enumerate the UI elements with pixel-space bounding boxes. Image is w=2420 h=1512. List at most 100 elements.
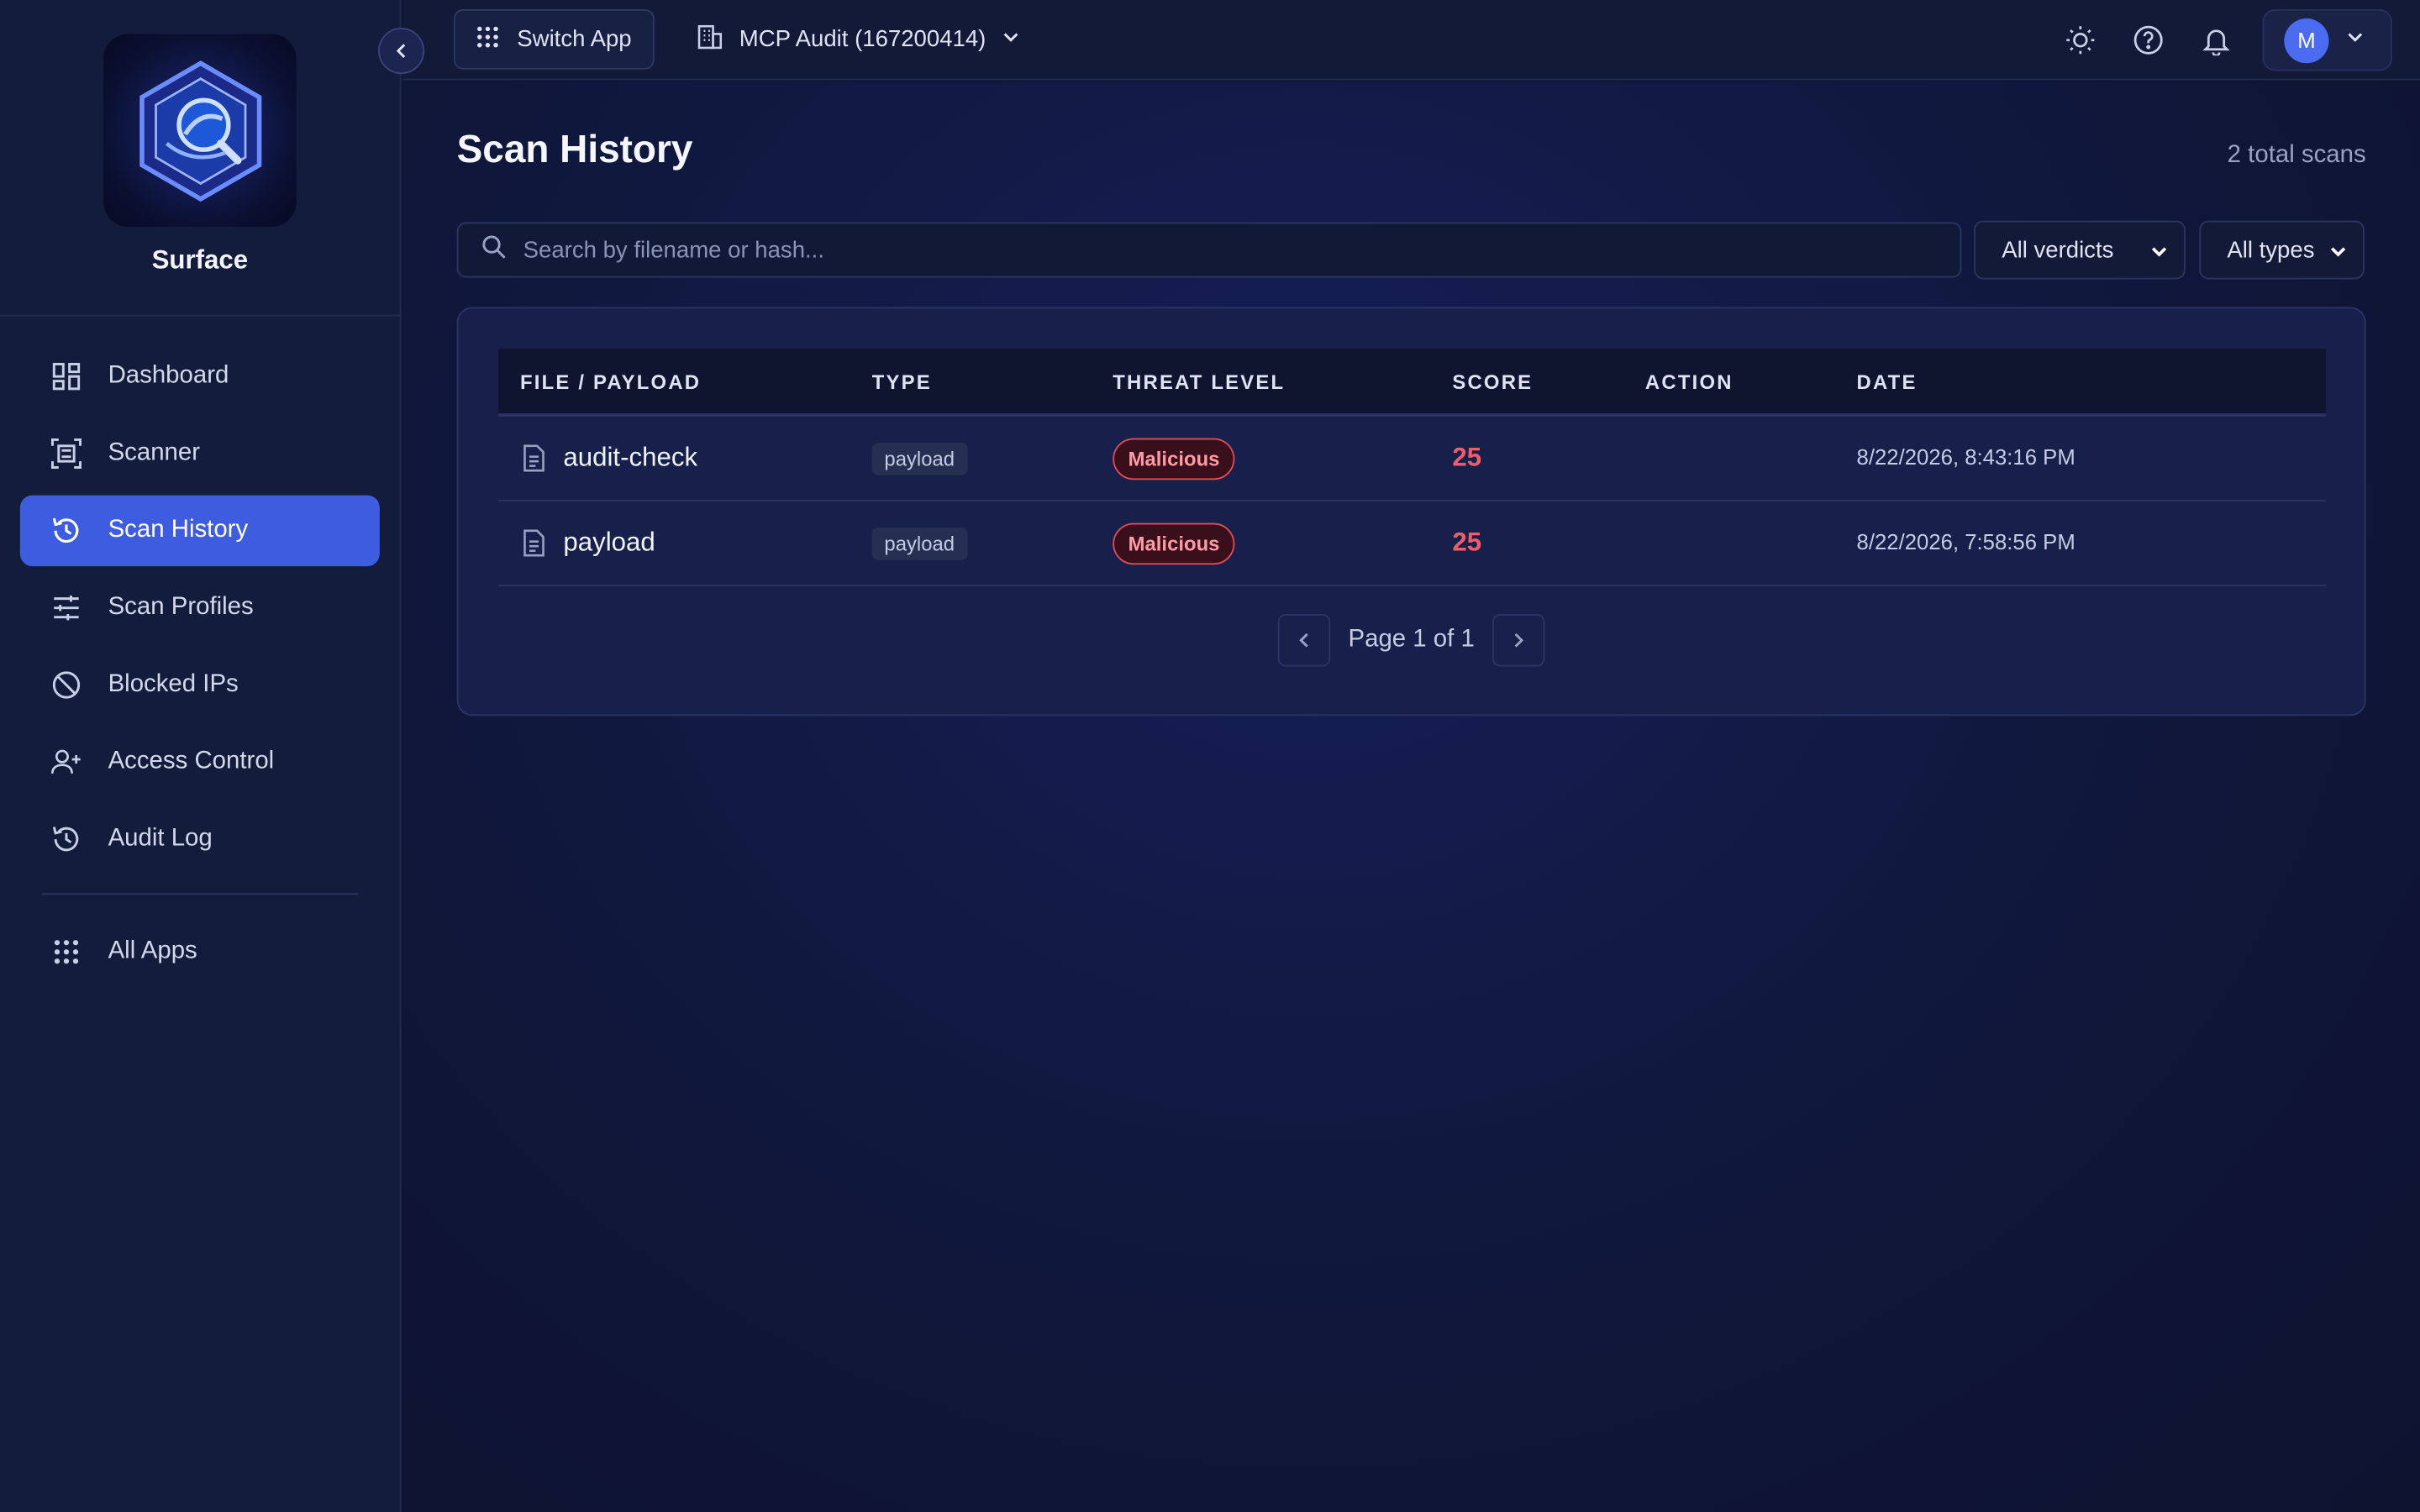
sidebar-item-label: Blocked IPs <box>108 670 239 698</box>
chevron-down-icon <box>2150 241 2169 267</box>
chevron-down-icon <box>1002 26 1020 52</box>
date-value: 8/22/2026, 7:58:56 PM <box>1856 528 2075 554</box>
verdict-filter-select[interactable]: All verdicts <box>1974 220 2186 280</box>
column-header-date[interactable]: DATE <box>1857 370 2326 393</box>
logo <box>103 34 297 227</box>
column-header-action[interactable]: ACTION <box>1645 370 1857 393</box>
history-icon <box>51 824 82 855</box>
type-badge: payload <box>871 527 967 559</box>
column-header-type[interactable]: TYPE <box>872 370 1113 393</box>
brand-name: Surface <box>151 245 249 275</box>
sidebar-item-label: Scanner <box>108 439 201 466</box>
scanner-icon <box>50 438 82 470</box>
verdict-filter-value: All verdicts <box>2002 236 2114 264</box>
user-menu-button[interactable]: M <box>2262 9 2392 71</box>
file-name[interactable]: payload <box>563 528 655 559</box>
sidebar-item-audit-log[interactable]: Audit Log <box>20 804 380 874</box>
pagination: Page 1 of 1 <box>458 614 2364 667</box>
dashboard-icon <box>51 361 82 392</box>
page-indicator: Page 1 of 1 <box>1348 626 1475 653</box>
type-badge: payload <box>871 442 967 475</box>
shield-logo-icon <box>139 60 261 202</box>
sidebar-item-scan-history[interactable]: Scan History <box>19 495 380 567</box>
block-icon <box>51 669 82 701</box>
bell-icon[interactable] <box>2199 24 2233 57</box>
score-cell: 25 <box>1452 528 1645 559</box>
scan-history-table: FILE / PAYLOAD TYPE THREAT LEVEL SCORE A… <box>498 349 2326 586</box>
organization-label: MCP Audit (167200414) <box>739 26 986 53</box>
table-header: FILE / PAYLOAD TYPE THREAT LEVEL SCORE A… <box>498 349 2326 417</box>
sidebar-item-label: Access Control <box>108 748 275 775</box>
main-content: Scan History 2 total scans All verdicts … <box>402 81 2420 1512</box>
users-icon <box>50 747 82 778</box>
chevron-left-icon <box>396 44 406 58</box>
sidebar-item-label: Scan Profiles <box>108 594 254 621</box>
score-cell: 25 <box>1452 443 1645 474</box>
app-root: Surface Dashboard Scanner Scan History S… <box>0 0 2420 1512</box>
column-header-score[interactable]: SCORE <box>1452 370 1645 393</box>
date-value: 8/22/2026, 8:43:16 PM <box>1856 444 2075 470</box>
chevron-left-icon <box>1298 633 1307 648</box>
type-cell: payload <box>871 442 1113 475</box>
brand: Surface <box>0 0 400 317</box>
sidebar-divider <box>41 893 359 895</box>
threat-badge: Malicious <box>1113 437 1235 480</box>
sidebar-nav: Dashboard Scanner Scan History Scan Prof… <box>0 317 400 988</box>
previous-page-button[interactable] <box>1277 614 1330 667</box>
sidebar-item-label: Dashboard <box>108 362 229 389</box>
type-filter-select[interactable]: All types <box>2199 220 2365 280</box>
page-title: Scan History <box>456 128 693 171</box>
chevron-right-icon <box>1515 633 1524 648</box>
sidebar-item-label: Scan History <box>108 517 249 543</box>
date-cell: 8/22/2026, 7:58:56 PM <box>1857 529 2326 557</box>
column-header-threat-level[interactable]: THREAT LEVEL <box>1113 370 1452 393</box>
search-input[interactable] <box>523 236 1912 264</box>
chevron-down-icon <box>2346 26 2365 54</box>
switch-app-label: Switch App <box>517 26 632 53</box>
sidebar-item-label: All Apps <box>108 937 197 964</box>
sidebar-item-blocked-ips[interactable]: Blocked IPs <box>20 649 380 720</box>
table-row[interactable]: audit-check payload Malicious 25 8/22/20… <box>498 417 2326 501</box>
switch-app-button[interactable]: Switch App <box>453 9 655 70</box>
topbar-actions: M <box>2046 9 2392 71</box>
help-icon[interactable] <box>2131 24 2165 57</box>
topbar: Switch App MCP Audit (167200414) M <box>402 0 2420 81</box>
scan-history-card: FILE / PAYLOAD TYPE THREAT LEVEL SCORE A… <box>456 307 2366 717</box>
threat-badge: Malicious <box>1113 522 1235 564</box>
sidebar-item-scan-profiles[interactable]: Scan Profiles <box>20 572 380 643</box>
sidebar: Surface Dashboard Scanner Scan History S… <box>0 0 402 1512</box>
organization-selector[interactable]: MCP Audit (167200414) <box>696 9 1019 70</box>
document-icon <box>520 444 548 472</box>
score-value: 25 <box>1452 528 1482 558</box>
collapse-sidebar-button[interactable] <box>377 28 425 75</box>
type-filter-value: All types <box>2227 236 2315 264</box>
score-value: 25 <box>1452 443 1482 473</box>
avatar: M <box>2284 18 2329 63</box>
sidebar-item-dashboard[interactable]: Dashboard <box>20 341 380 412</box>
search-icon <box>481 234 506 266</box>
date-cell: 8/22/2026, 8:43:16 PM <box>1857 444 2326 472</box>
file-name[interactable]: audit-check <box>563 443 697 474</box>
column-header-file[interactable]: FILE / PAYLOAD <box>498 370 871 393</box>
chevron-down-icon <box>2329 241 2348 267</box>
table-row[interactable]: payload payload Malicious 25 8/22/2026, … <box>498 501 2326 586</box>
threat-cell: Malicious <box>1113 437 1452 480</box>
sidebar-item-scanner[interactable]: Scanner <box>20 418 380 489</box>
history-icon <box>51 515 82 546</box>
next-page-button[interactable] <box>1492 614 1546 667</box>
search-field[interactable] <box>456 222 1962 278</box>
grid-icon <box>51 937 82 968</box>
sliders-icon <box>51 592 82 623</box>
sun-icon[interactable] <box>2064 24 2097 57</box>
document-icon <box>520 529 548 557</box>
building-icon <box>696 23 723 56</box>
file-cell: audit-check <box>498 443 871 474</box>
total-scans-count: 2 total scans <box>2227 141 2366 169</box>
sidebar-item-access-control[interactable]: Access Control <box>20 727 380 797</box>
sidebar-item-label: Audit Log <box>108 825 213 852</box>
threat-cell: Malicious <box>1113 522 1452 564</box>
sidebar-item-all-apps[interactable]: All Apps <box>20 916 380 987</box>
grid-icon <box>477 25 499 53</box>
type-cell: payload <box>871 527 1113 559</box>
file-cell: payload <box>498 528 871 559</box>
